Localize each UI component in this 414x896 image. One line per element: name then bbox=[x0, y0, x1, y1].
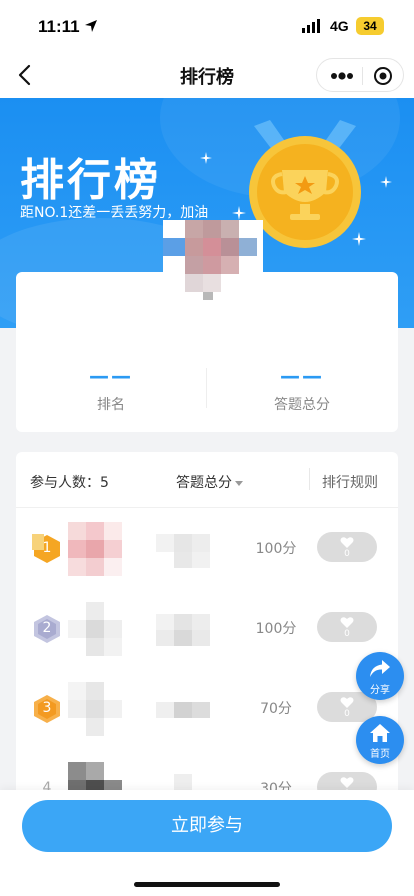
header-divider bbox=[309, 468, 310, 490]
my-rank-card: —— 排名 —— 答题总分 bbox=[16, 220, 398, 432]
bottom-bar: 立即参与 bbox=[0, 790, 414, 896]
nav-bar: 排行榜 bbox=[0, 52, 414, 98]
my-rank-value: —— bbox=[89, 364, 133, 388]
list-item: 1 100分 0 bbox=[16, 508, 398, 588]
network-type: 4G bbox=[330, 18, 349, 34]
rank-number: 1 bbox=[42, 540, 52, 556]
like-button[interactable]: 0 bbox=[317, 532, 377, 562]
banner-subtitle: 距NO.1还差一丢丢努力，加油 bbox=[20, 205, 209, 221]
avatar bbox=[68, 602, 124, 658]
list-header: 参与人数：5 答题总分 排行规则 bbox=[16, 452, 398, 508]
status-time: 11:11 bbox=[38, 17, 80, 36]
participant-count: 参与人数：5 bbox=[30, 475, 109, 491]
share-button[interactable]: 分享 bbox=[356, 652, 404, 700]
sparkle-icon bbox=[380, 176, 392, 188]
battery-level: 34 bbox=[356, 17, 384, 35]
ranking-rules-link[interactable]: 排行规则 bbox=[322, 472, 378, 492]
share-arrow-icon bbox=[370, 660, 390, 677]
more-dots-icon[interactable] bbox=[327, 67, 357, 85]
banner-title: 排行榜 bbox=[20, 155, 161, 206]
avatar bbox=[163, 220, 263, 320]
signal-icon bbox=[302, 19, 320, 33]
home-icon bbox=[370, 724, 390, 742]
like-count: 0 bbox=[344, 629, 350, 639]
home-indicator bbox=[134, 882, 280, 887]
like-button[interactable]: 0 bbox=[317, 612, 377, 642]
sparkle-icon bbox=[200, 152, 212, 164]
mini-program-capsule bbox=[316, 58, 404, 92]
target-icon[interactable] bbox=[373, 66, 393, 86]
rank-number: 3 bbox=[42, 700, 52, 716]
list-item: 3 70分 0 bbox=[16, 668, 398, 748]
my-score-stat: —— 答题总分 bbox=[207, 364, 397, 414]
my-score-value: —— bbox=[280, 364, 324, 388]
rank-number: 2 bbox=[42, 620, 52, 636]
blurred-name bbox=[156, 534, 210, 568]
like-count: 0 bbox=[344, 709, 350, 719]
heart-icon bbox=[340, 697, 354, 708]
share-label: 分享 bbox=[370, 685, 390, 696]
location-arrow-icon bbox=[85, 20, 97, 32]
my-rank-stat: —— 排名 bbox=[16, 364, 206, 414]
sort-label: 答题总分 bbox=[176, 475, 232, 491]
home-label: 首页 bbox=[370, 749, 390, 760]
my-rank-label: 排名 bbox=[97, 397, 125, 413]
row-score: 100分 bbox=[255, 541, 297, 557]
blurred-name bbox=[156, 702, 210, 718]
heart-icon bbox=[340, 537, 354, 548]
sort-dropdown[interactable]: 答题总分 bbox=[176, 472, 243, 492]
avatar bbox=[68, 682, 124, 738]
status-bar: 11:11 4G 34 bbox=[0, 0, 414, 52]
avatar bbox=[68, 522, 124, 578]
heart-icon bbox=[340, 617, 354, 628]
sparkle-icon bbox=[232, 206, 246, 220]
heart-icon bbox=[340, 777, 354, 788]
home-button[interactable]: 首页 bbox=[356, 716, 404, 764]
row-score: 70分 bbox=[260, 701, 292, 717]
leaderboard-list: 参与人数：5 答题总分 排行规则 1 100分 0 2 100分 0 3 70分… bbox=[16, 452, 398, 812]
blurred-name bbox=[156, 614, 210, 646]
like-count: 0 bbox=[344, 549, 350, 559]
join-now-button[interactable]: 立即参与 bbox=[22, 800, 392, 852]
capsule-divider bbox=[362, 67, 363, 85]
sparkle-icon bbox=[352, 232, 366, 246]
my-score-label: 答题总分 bbox=[274, 397, 330, 413]
caret-down-icon bbox=[235, 480, 243, 486]
row-score: 100分 bbox=[255, 621, 297, 637]
my-stats: —— 排名 —— 答题总分 bbox=[16, 364, 398, 422]
list-item: 2 100分 0 bbox=[16, 588, 398, 668]
